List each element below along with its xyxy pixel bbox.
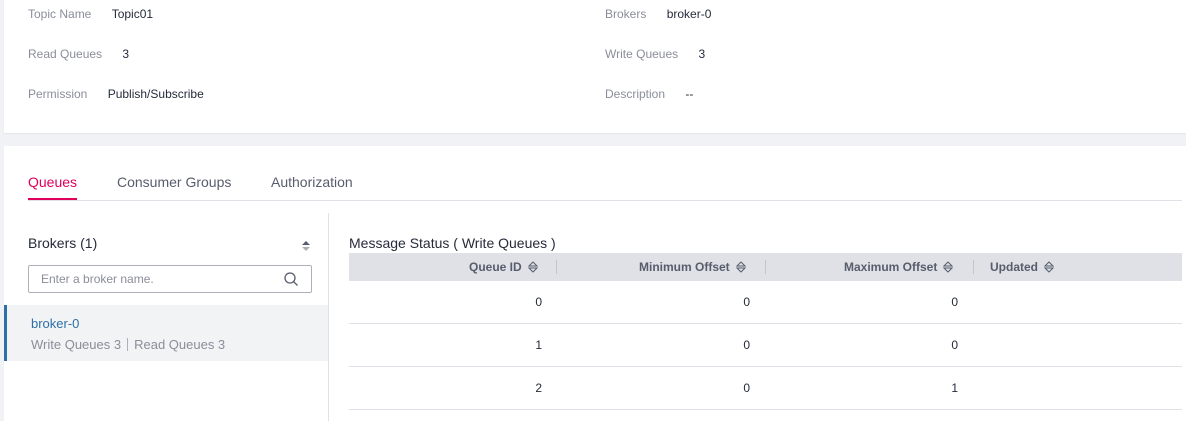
tab-consumer-groups[interactable]: Consumer Groups [117, 174, 231, 190]
read-queues-label: Read Queues [28, 47, 103, 61]
updated-cell [990, 367, 1170, 409]
sort-icon[interactable] [527, 261, 538, 273]
topic-info-panel: Topic Name Topic01 Brokers broker-0 Read… [4, 0, 1186, 133]
column-header-label: Minimum Offset [639, 260, 730, 274]
column-separator [556, 260, 557, 274]
read-queues-field: Read Queues 3 [28, 46, 129, 62]
write-queues-field: Write Queues 3 [605, 46, 705, 62]
maximum-offset-cell: 1 [951, 381, 958, 395]
updated-cell [990, 281, 1170, 323]
tab-queues[interactable]: Queues [28, 174, 78, 200]
column-header-label: Updated [990, 260, 1038, 274]
queue-id-cell: 1 [535, 338, 542, 352]
sort-icon[interactable] [1044, 261, 1054, 273]
tab-authorization[interactable]: Authorization [271, 174, 353, 190]
brokers-label: Brokers [605, 7, 647, 21]
permission-label: Permission [28, 87, 88, 101]
column-header-minimum-offset[interactable]: Minimum Offset [639, 253, 746, 281]
table-row: 1 0 0 [349, 324, 1182, 367]
permission-value: Publish/Subscribe [107, 87, 204, 101]
description-field: Description -- [605, 86, 693, 102]
broker-item-meta: Write Queues 3 Read Queues 3 [31, 337, 225, 352]
broker-search-input[interactable] [29, 266, 279, 292]
broker-list-item[interactable]: broker-0 Write Queues 3 Read Queues 3 [4, 305, 328, 361]
sort-icon[interactable] [735, 261, 746, 273]
write-queues-value: 3 [698, 47, 706, 61]
table-row: 2 0 1 [349, 367, 1182, 410]
topic-name-field: Topic Name Topic01 [28, 6, 153, 22]
table-row: 0 0 0 [349, 281, 1182, 324]
queues-panel: Queues Consumer Groups Authorization Bro… [4, 146, 1186, 421]
table-header: Queue ID Minimum Offset Maximum Offset U… [349, 253, 1182, 281]
broker-item-read-queues: Read Queues 3 [134, 337, 226, 352]
description-label: Description [605, 87, 666, 101]
description-value: -- [685, 87, 694, 101]
sidebar-divider [328, 213, 329, 421]
minimum-offset-cell: 0 [743, 295, 750, 309]
message-status-title: Message Status ( Write Queues ) [349, 235, 556, 251]
meta-separator [127, 338, 129, 351]
permission-field: Permission Publish/Subscribe [28, 86, 204, 102]
maximum-offset-cell: 0 [951, 295, 958, 309]
minimum-offset-cell: 0 [743, 381, 750, 395]
column-separator [765, 260, 766, 274]
brokers-value: broker-0 [666, 7, 712, 21]
tab-divider [28, 200, 1182, 201]
updated-cell [990, 324, 1170, 366]
topic-name-value: Topic01 [111, 7, 154, 21]
tab-authorization-label: Authorization [271, 174, 353, 190]
tab-queues-label: Queues [28, 174, 78, 190]
column-separator [973, 260, 974, 274]
column-header-label: Maximum Offset [844, 260, 938, 274]
sort-icon[interactable] [301, 240, 311, 252]
read-queues-value: 3 [122, 47, 130, 61]
broker-item-name: broker-0 [31, 316, 80, 331]
minimum-offset-cell: 0 [743, 338, 750, 352]
broker-search [28, 265, 312, 293]
column-header-maximum-offset[interactable]: Maximum Offset [844, 253, 954, 281]
queue-id-cell: 0 [535, 295, 542, 309]
search-icon[interactable] [283, 271, 299, 287]
column-header-updated[interactable]: Updated [990, 253, 1054, 281]
maximum-offset-cell: 0 [951, 338, 958, 352]
brokers-list-title: Brokers (1) [28, 235, 98, 251]
column-header-queue-id[interactable]: Queue ID [469, 253, 538, 281]
sort-icon[interactable] [943, 261, 954, 273]
broker-item-write-queues: Write Queues 3 [31, 337, 122, 352]
tab-consumer-groups-label: Consumer Groups [117, 174, 232, 190]
topic-name-label: Topic Name [28, 7, 92, 21]
column-header-label: Queue ID [469, 260, 522, 274]
queue-id-cell: 2 [535, 381, 542, 395]
brokers-field: Brokers broker-0 [605, 6, 711, 22]
write-queues-label: Write Queues [605, 47, 679, 61]
